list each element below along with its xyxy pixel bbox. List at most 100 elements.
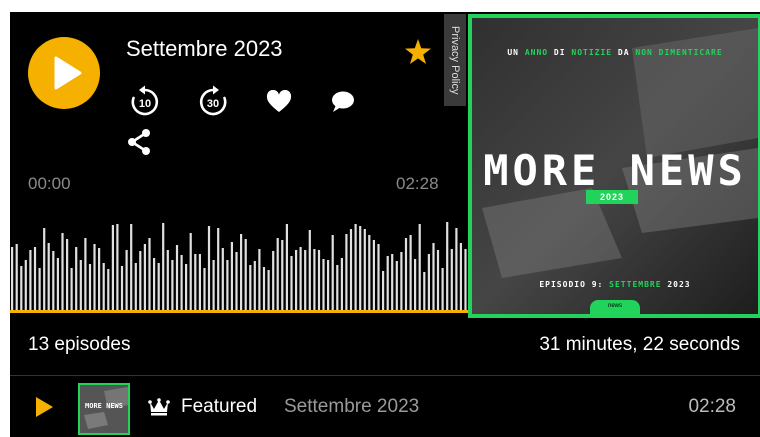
waveform-bar	[139, 251, 142, 310]
waveform-bar	[404, 238, 408, 310]
waveform-bar	[418, 224, 421, 310]
waveform-bar	[432, 243, 435, 310]
cover-episode-month: SETTEMBRE	[609, 280, 662, 289]
waveform-bar	[249, 265, 252, 310]
cover-tagline-word: DA	[617, 48, 630, 57]
waveform-bar	[43, 228, 46, 310]
waveform-bar	[322, 259, 325, 310]
current-time: 00:00	[28, 174, 71, 193]
waveform-bar	[281, 240, 284, 310]
rewind-10-label: 10	[139, 98, 151, 110]
cover-episode-prefix: EPISODIO 9:	[539, 280, 604, 289]
play-icon[interactable]	[34, 396, 54, 418]
waveform-bar	[340, 258, 343, 310]
waveform-bar	[395, 261, 398, 310]
waveform-bar	[175, 245, 179, 310]
waveform-bar	[107, 269, 110, 310]
cover-tagline-word: DIMENTICARE	[658, 48, 723, 57]
total-time: 02:28	[396, 174, 439, 193]
play-button[interactable]	[28, 37, 100, 109]
episode-count: 13 episodes	[28, 334, 131, 355]
heart-icon[interactable]	[266, 90, 292, 114]
waveform-bar	[272, 251, 275, 310]
waveform-bar	[359, 226, 362, 310]
waveform-bar	[98, 248, 101, 310]
cover-tagline-word: NOTIZIE	[571, 48, 613, 57]
waveform-bar	[295, 250, 298, 310]
waveform-bar	[66, 239, 69, 310]
waveform-bar	[354, 224, 357, 310]
waveform-bar	[313, 249, 316, 310]
waveform-bar	[148, 238, 151, 310]
star-icon[interactable]	[404, 38, 432, 66]
item-title: Settembre 2023	[284, 396, 420, 417]
waveform-bar	[327, 260, 330, 310]
waveform-seekbar[interactable]	[10, 212, 468, 310]
podcast-player: Settembre 2023 10 30 Privacy Policy 00:0…	[10, 12, 760, 437]
waveform-bar	[317, 250, 321, 310]
waveform-bar	[221, 248, 224, 310]
waveform-bar	[427, 254, 430, 310]
waveform-bar	[88, 264, 92, 310]
waveform-bar	[52, 251, 55, 310]
waveform-bar	[336, 265, 339, 310]
comment-icon[interactable]	[330, 90, 356, 114]
waveform-bar	[372, 240, 375, 310]
waveform-bar	[409, 235, 412, 310]
forward-30-icon[interactable]: 30	[196, 84, 230, 118]
waveform-bar	[441, 268, 444, 310]
waveform-bar	[70, 268, 73, 310]
waveform-bar	[38, 268, 41, 310]
waveform-bar	[20, 266, 23, 310]
waveform-bar	[47, 243, 50, 310]
waveform-bar	[446, 222, 449, 310]
waveform-bar	[377, 244, 380, 310]
waveform-bar	[56, 258, 59, 310]
waveform-bar	[75, 247, 78, 310]
waveform-bar	[299, 247, 302, 310]
waveform-bar	[93, 244, 96, 310]
waveform-bar	[450, 249, 453, 310]
waveform-bar	[436, 250, 440, 310]
waveform-bar	[459, 243, 462, 310]
waveform-bar	[189, 233, 192, 310]
waveform-bar	[240, 234, 243, 310]
waveform-bar	[185, 264, 188, 310]
waveform-bar	[349, 229, 353, 310]
waveform-bar	[464, 249, 467, 310]
cover-logo-badge: news	[590, 300, 640, 314]
waveform-bar	[345, 234, 348, 310]
waveform-bar	[157, 263, 160, 310]
waveform-bar	[171, 260, 174, 310]
cover-logo-text: news	[608, 303, 623, 309]
waveform-bar	[120, 266, 124, 310]
waveform-bar	[253, 261, 256, 310]
waveform-bar	[24, 260, 27, 310]
share-icon[interactable]	[126, 128, 152, 156]
episode-thumbnail: MORE NEWS	[78, 383, 130, 435]
waveform-bar	[244, 239, 247, 310]
cover-tagline-word: ANNO	[524, 48, 549, 57]
forward-30-label: 30	[207, 98, 219, 110]
waveform-bar	[331, 235, 334, 310]
waveform-bar	[29, 250, 32, 310]
waveform-bar	[304, 250, 307, 310]
waveform-bar	[386, 256, 389, 310]
waveform-bar	[230, 242, 233, 310]
rewind-10-icon[interactable]: 10	[128, 84, 162, 118]
cover-art: UN ANNO DI NOTIZIE DA NON DIMENTICARE MO…	[468, 14, 760, 318]
featured-badge: Featured	[181, 396, 258, 417]
waveform-bar	[198, 254, 201, 310]
cover-episode-year: 2023	[667, 280, 691, 289]
privacy-policy-link[interactable]: Privacy Policy	[444, 14, 466, 106]
playlist-item[interactable]: MORE NEWS Featured Settembre 2023 02:28	[10, 376, 760, 437]
waveform-bar	[212, 260, 215, 310]
waveform-bar	[226, 260, 229, 310]
waveform-bar	[203, 268, 206, 310]
waveform-bar	[180, 255, 183, 310]
episode-title: Settembre 2023	[126, 36, 283, 61]
waveform-bar	[33, 247, 37, 310]
waveform-bar	[290, 256, 293, 310]
thumbnail-text: MORE NEWS	[85, 402, 123, 410]
waveform-bar	[143, 244, 146, 310]
